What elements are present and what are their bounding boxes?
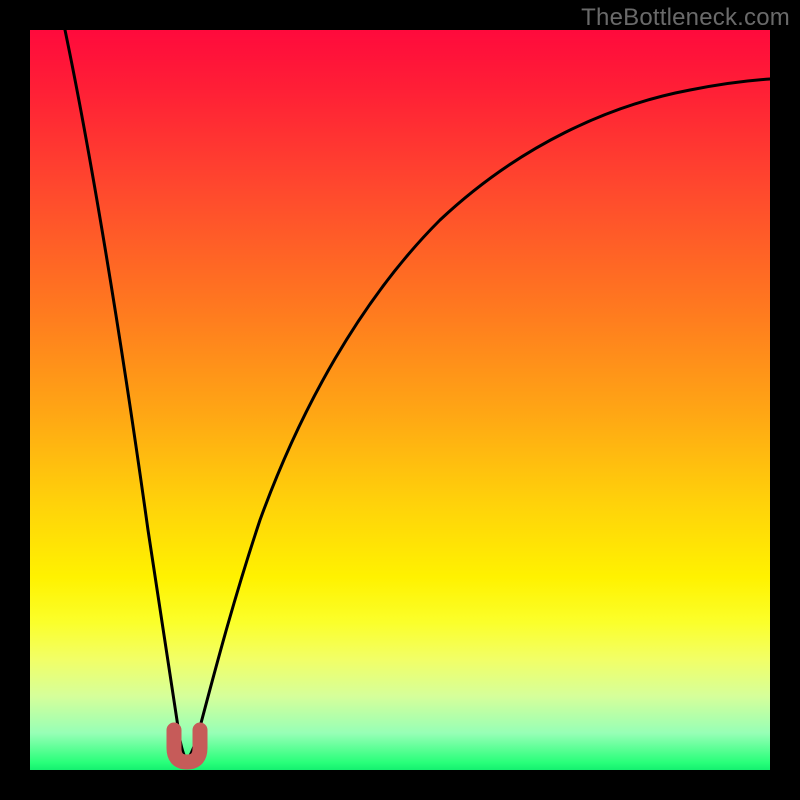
bottleneck-curve <box>30 30 770 770</box>
watermark-text: TheBottleneck.com <box>581 4 790 32</box>
curve-path <box>65 30 770 760</box>
min-plateau-marker <box>174 730 200 762</box>
plot-area <box>30 30 770 770</box>
chart-frame: TheBottleneck.com <box>0 0 800 800</box>
